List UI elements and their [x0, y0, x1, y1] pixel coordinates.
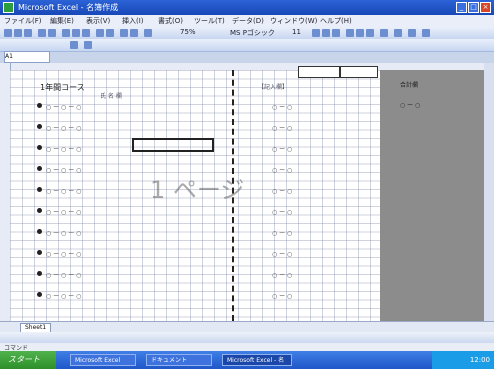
fill-color-icon[interactable] [408, 29, 416, 37]
row-text: ○ ー ○ ー ○ [46, 167, 82, 174]
menu-file[interactable]: ファイル(F) [4, 16, 42, 26]
status-bar: コマンド [0, 343, 494, 352]
grey-area-note: 合計欄 [400, 82, 419, 89]
underline-icon[interactable] [332, 29, 340, 37]
row-text: ○ ー ○ ー ○ [46, 188, 82, 195]
menu-bar: ファイル(F) 編集(E) 表示(V) 挿入(I) 書式(O) ツール(T) デ… [0, 15, 494, 27]
menu-format[interactable]: 書式(O) [158, 16, 183, 26]
row-bullet [37, 271, 42, 276]
zoom-field[interactable]: 75% [180, 28, 196, 36]
sheet-title: 1年間コース [40, 83, 85, 92]
row-text: ○ ー ○ ー ○ [46, 104, 82, 111]
font-name-field[interactable]: MS Pゴシック [230, 28, 275, 38]
grey-area-note: ○ ー ○ [400, 102, 421, 109]
font-size-field[interactable]: 11 [292, 28, 301, 36]
row-right-text: ○ ー ○ [272, 167, 293, 174]
row-bullet [37, 103, 42, 108]
row-bullet [37, 166, 42, 171]
window-title: Microsoft Excel - 名簿作成 [18, 3, 119, 12]
maximize-button[interactable]: □ [468, 2, 479, 13]
row-text: ○ ー ○ ー ○ [46, 230, 82, 237]
excel-app-icon [3, 2, 14, 13]
print-icon[interactable] [38, 29, 46, 37]
close-button[interactable]: × [480, 2, 491, 13]
row-text: ○ ー ○ ー ○ [46, 293, 82, 300]
new-icon[interactable] [4, 29, 12, 37]
row-right-text: ○ ー ○ [272, 272, 293, 279]
row-right-text: ○ ー ○ [272, 125, 293, 132]
drawing-toolbar [0, 332, 494, 343]
row-bullet [37, 250, 42, 255]
row-bullet [37, 229, 42, 234]
open-icon[interactable] [14, 29, 22, 37]
toolbar-option-icon[interactable] [70, 41, 78, 49]
row-bullet [37, 292, 42, 297]
align-center-icon[interactable] [356, 29, 364, 37]
excel-window: Microsoft Excel - 名簿作成 _ □ × ファイル(F) 編集(… [0, 0, 494, 369]
menu-tools[interactable]: ツール(T) [194, 16, 225, 26]
font-color-icon[interactable] [422, 29, 430, 37]
bold-icon[interactable] [312, 29, 320, 37]
row-right-text: ○ ー ○ [272, 146, 293, 153]
row-right-text: ○ ー ○ [272, 293, 293, 300]
align-left-icon[interactable] [346, 29, 354, 37]
row-text: ○ ー ○ ー ○ [46, 146, 82, 153]
header-box [298, 66, 340, 78]
name-column-header: 氏 名 欄 [100, 93, 122, 100]
row-bullet [37, 208, 42, 213]
taskbar-item[interactable]: Microsoft Excel [70, 354, 136, 366]
row-right-text: ○ ー ○ [272, 104, 293, 111]
row-bullet [37, 124, 42, 129]
active-cell-selection[interactable] [132, 138, 214, 152]
paste-icon[interactable] [82, 29, 90, 37]
merge-icon[interactable] [380, 29, 388, 37]
menu-help[interactable]: ヘルプ(H) [320, 16, 352, 26]
sum-icon[interactable] [120, 29, 128, 37]
row-right-text: ○ ー ○ [272, 188, 293, 195]
vertical-scrollbar[interactable] [484, 63, 494, 321]
borders-icon[interactable] [394, 29, 402, 37]
title-bar: Microsoft Excel - 名簿作成 _ □ × [0, 0, 494, 15]
cut-icon[interactable] [62, 29, 70, 37]
toolbar-option-icon[interactable] [84, 41, 92, 49]
italic-icon[interactable] [322, 29, 330, 37]
row-text: ○ ー ○ ー ○ [46, 125, 82, 132]
header-box [340, 66, 378, 78]
outside-print-area [380, 70, 484, 321]
row-right-text: ○ ー ○ [272, 209, 293, 216]
menu-view[interactable]: 表示(V) [86, 16, 110, 26]
preview-icon[interactable] [48, 29, 56, 37]
row-text: ○ ー ○ ー ○ [46, 209, 82, 216]
undo-icon[interactable] [96, 29, 104, 37]
copy-icon[interactable] [72, 29, 80, 37]
system-tray-clock: 12:00 [432, 351, 494, 369]
menu-data[interactable]: データ(D) [232, 16, 264, 26]
taskbar-item-active[interactable]: Microsoft Excel - 名 [222, 354, 292, 366]
menu-insert[interactable]: 挿入(I) [122, 16, 144, 26]
redo-icon[interactable] [106, 29, 114, 37]
taskbar: スタート Microsoft Excel ドキュメント Microsoft Ex… [0, 351, 494, 369]
start-button[interactable]: スタート [0, 351, 56, 369]
row-text: ○ ー ○ ー ○ [46, 272, 82, 279]
taskbar-item[interactable]: ドキュメント [146, 354, 212, 366]
section-label: 【記入欄】 [258, 84, 289, 91]
formatting-toolbar [0, 39, 494, 52]
row-right-text: ○ ー ○ [272, 251, 293, 258]
row-bullet [37, 187, 42, 192]
row-bullet [37, 145, 42, 150]
menu-window[interactable]: ウィンドウ(W) [270, 16, 317, 26]
sort-icon[interactable] [130, 29, 138, 37]
row-text: ○ ー ○ ー ○ [46, 251, 82, 258]
save-icon[interactable] [24, 29, 32, 37]
chart-icon[interactable] [144, 29, 152, 37]
row-right-text: ○ ー ○ [272, 230, 293, 237]
minimize-button[interactable]: _ [456, 2, 467, 13]
sheet-tabs-bar: Sheet1 [0, 321, 494, 333]
menu-edit[interactable]: 編集(E) [50, 16, 74, 26]
align-right-icon[interactable] [366, 29, 374, 37]
name-box[interactable]: A1 [4, 51, 50, 63]
page-watermark: 1 ページ [150, 176, 245, 204]
